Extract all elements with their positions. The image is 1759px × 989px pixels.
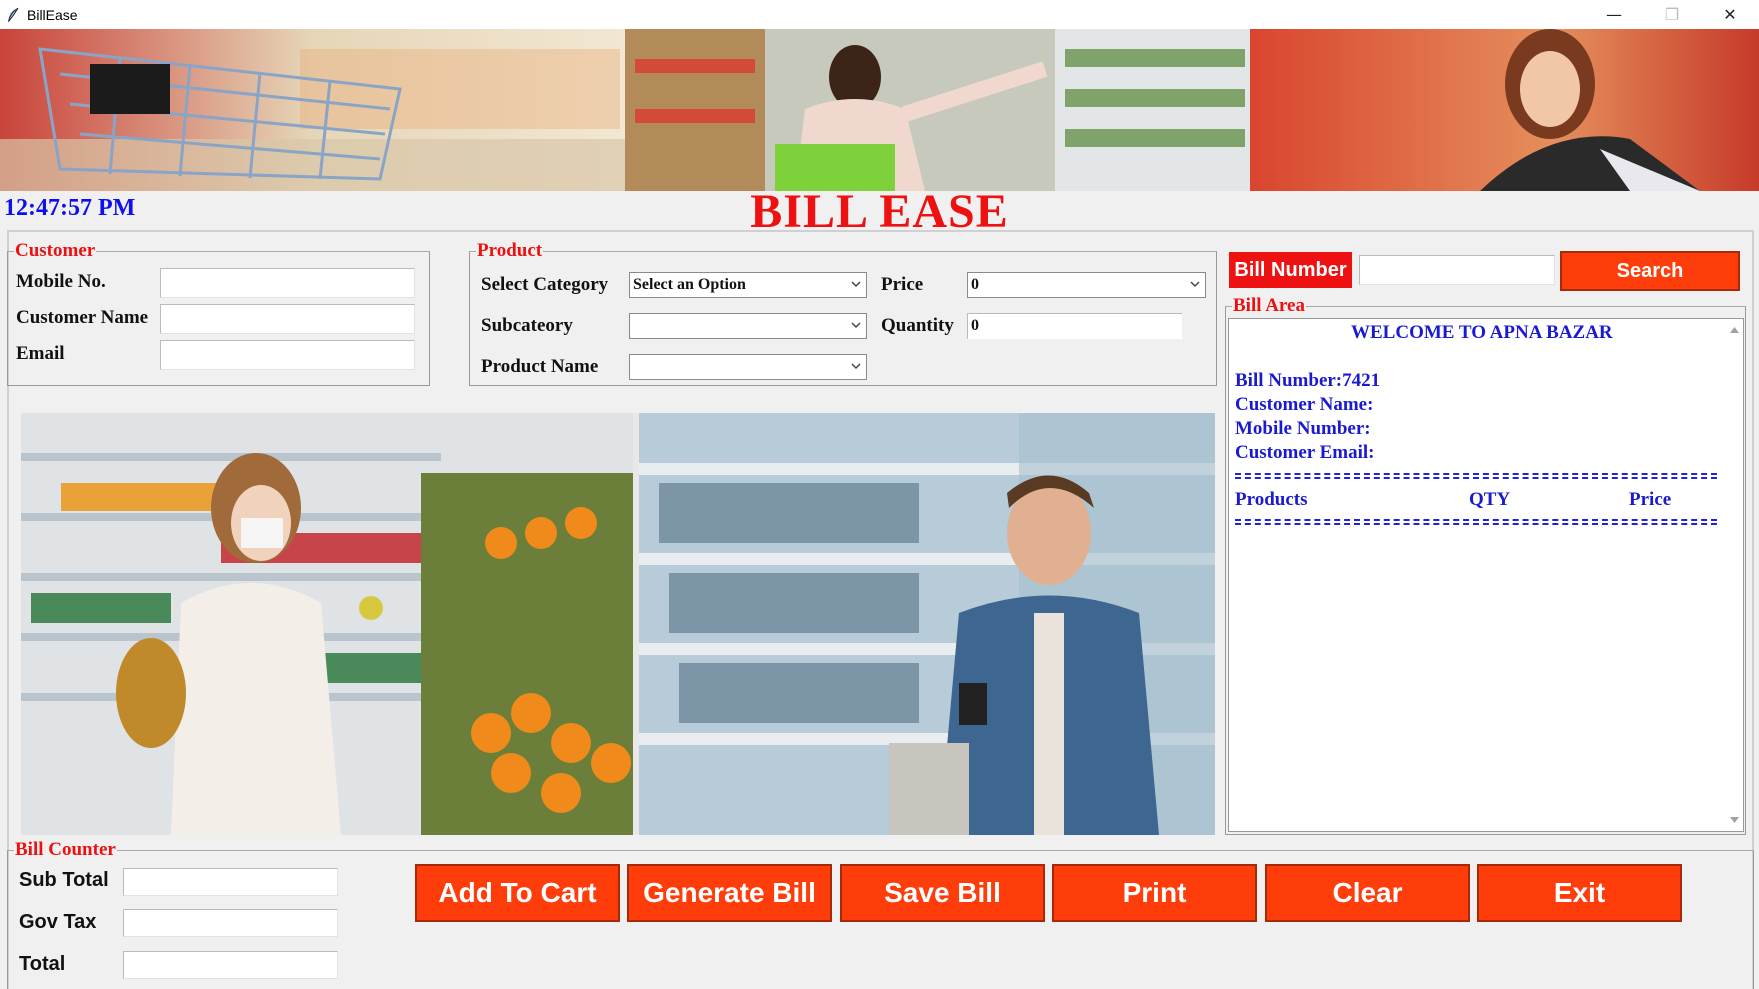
photo-man-with-phone: [639, 413, 1215, 835]
category-label: Select Category: [481, 274, 609, 295]
bill-mobile-line: Mobile Number:: [1235, 418, 1371, 439]
bill-customer-name-line: Customer Name:: [1235, 394, 1374, 415]
product-name-label: Product Name: [481, 356, 599, 377]
feather-icon: [6, 7, 20, 23]
product-group-label: Product: [476, 240, 544, 261]
maximize-button[interactable]: ❐: [1643, 0, 1701, 29]
chevron-down-icon: [1190, 281, 1200, 288]
chevron-down-icon: [851, 281, 861, 288]
bill-area-label: Bill Area: [1232, 295, 1306, 316]
bill-separator: [1235, 519, 1717, 521]
print-button[interactable]: Print: [1052, 864, 1257, 922]
bill-col-qty: QTY: [1469, 489, 1511, 510]
exit-button[interactable]: Exit: [1477, 864, 1682, 922]
scroll-up-arrow-icon[interactable]: [1729, 325, 1740, 335]
search-button[interactable]: Search: [1560, 251, 1740, 291]
close-button[interactable]: ✕: [1701, 0, 1759, 29]
subtotal-field[interactable]: [123, 868, 338, 896]
bill-col-price: Price: [1629, 489, 1672, 510]
bill-counter-label: Bill Counter: [14, 839, 117, 860]
bill-email-line: Customer Email:: [1235, 442, 1375, 463]
bill-number-line: Bill Number:7421: [1235, 370, 1381, 391]
price-select[interactable]: 0: [967, 272, 1206, 298]
window-title: BillEase: [27, 6, 78, 23]
scroll-down-arrow-icon[interactable]: [1729, 815, 1740, 825]
subtotal-label: Sub Total: [19, 869, 109, 891]
bill-welcome-line: WELCOME TO APNA BAZAR: [1351, 322, 1613, 343]
window-titlebar: BillEase — ❐ ✕: [0, 0, 1759, 29]
bill-number-search-input[interactable]: [1359, 255, 1555, 285]
email-label: Email: [16, 343, 65, 364]
header-banner: [0, 29, 1759, 191]
quantity-input[interactable]: 0: [967, 313, 1182, 339]
total-field[interactable]: [123, 951, 338, 979]
bill-separator: [1235, 473, 1717, 475]
banner-photo-smiling-girl: [1250, 29, 1759, 191]
bill-separator: [1235, 523, 1717, 525]
bill-number-label: Bill Number: [1229, 252, 1352, 288]
email-input[interactable]: [160, 340, 415, 370]
bill-text-area[interactable]: WELCOME TO APNA BAZAR Bill Number:7421 C…: [1228, 318, 1744, 832]
banner-photo-shopping-cart: [0, 29, 625, 191]
gov-tax-label: Gov Tax: [19, 911, 97, 933]
customer-name-label: Customer Name: [16, 307, 149, 328]
gov-tax-field[interactable]: [123, 909, 338, 937]
quantity-label: Quantity: [881, 315, 954, 336]
photo-woman-with-mask: [21, 413, 633, 835]
price-label: Price: [881, 274, 924, 295]
minimize-button[interactable]: —: [1585, 0, 1643, 29]
subcategory-label: Subcateory: [481, 315, 573, 336]
clear-button[interactable]: Clear: [1265, 864, 1470, 922]
photo-area: [21, 413, 1215, 835]
bill-separator: [1235, 477, 1717, 479]
subcategory-select[interactable]: [629, 313, 867, 339]
add-to-cart-button[interactable]: Add To Cart: [415, 864, 620, 922]
chevron-down-icon: [851, 363, 861, 370]
product-name-select[interactable]: [629, 354, 867, 380]
bill-col-products: Products: [1235, 489, 1308, 510]
save-bill-button[interactable]: Save Bill: [840, 864, 1045, 922]
customer-group-label: Customer: [14, 240, 97, 261]
customer-name-input[interactable]: [160, 304, 415, 334]
generate-bill-button[interactable]: Generate Bill: [627, 864, 832, 922]
mobile-label: Mobile No.: [16, 271, 106, 292]
chevron-down-icon: [851, 322, 861, 329]
category-select[interactable]: Select an Option: [629, 272, 867, 298]
mobile-input[interactable]: [160, 268, 415, 298]
total-label: Total: [19, 953, 66, 975]
banner-photo-woman-shopping: [625, 29, 1250, 191]
bill-scrollbar[interactable]: [1726, 319, 1743, 831]
